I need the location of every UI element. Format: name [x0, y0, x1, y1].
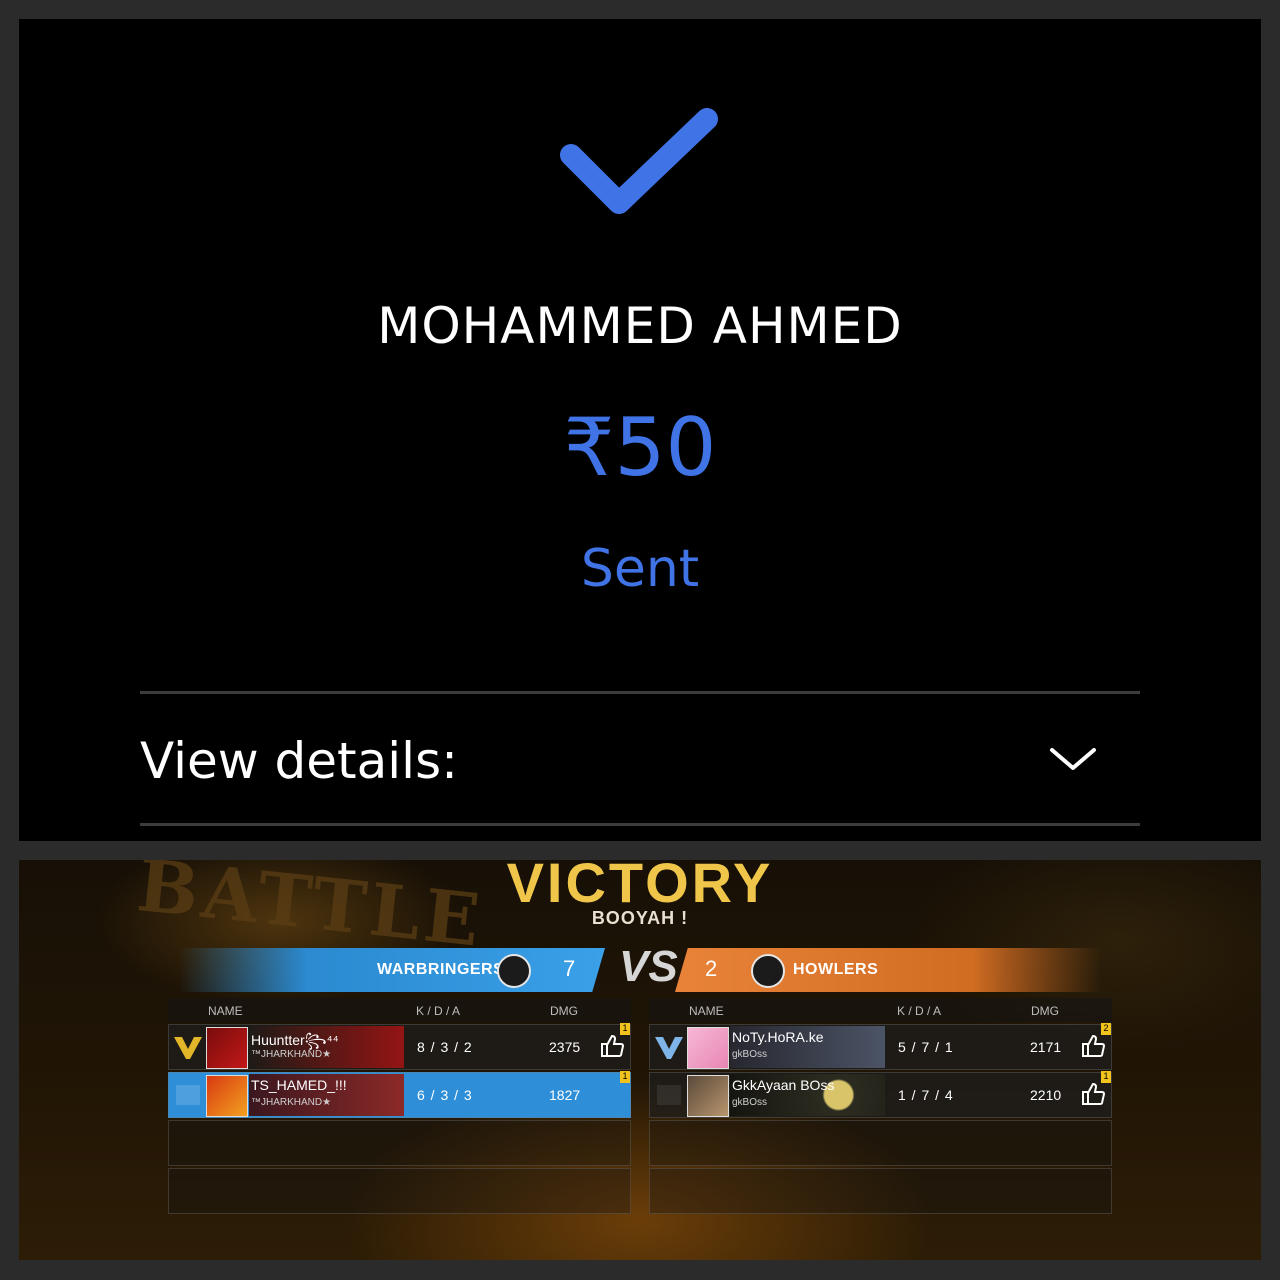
- player-damage: 2375: [549, 1039, 581, 1055]
- empty-slot: [649, 1168, 1112, 1214]
- thumbs-up-icon[interactable]: [599, 1033, 625, 1059]
- team-banner-howlers: 2 HOWLERS: [675, 948, 1101, 992]
- player-kda: 8 / 3 / 2: [417, 1039, 473, 1055]
- avatar: [206, 1075, 248, 1117]
- player-row[interactable]: GkkAyaan BOss gkBOss 1 / 7 / 4 2210 1: [649, 1071, 1112, 1118]
- team-banner-warbringers: WARBRINGERS 7: [179, 948, 605, 992]
- header-dmg: DMG: [550, 1004, 578, 1018]
- player-damage: 1827: [549, 1087, 581, 1103]
- right-team-scoreboard: NAME K / D / A DMG NoTy.HoRA.ke gkBOss 5…: [649, 998, 1112, 1214]
- table-header: NAME K / D / A DMG: [649, 998, 1112, 1022]
- match-result-screen: BATTLE VICTORY BOOYAH ! WARBRINGERS 7 VS…: [19, 860, 1261, 1260]
- rank-insignia-icon: [176, 1085, 200, 1105]
- header-dmg: DMG: [1031, 1004, 1059, 1018]
- player-kda: 5 / 7 / 1: [898, 1039, 954, 1055]
- mvp-badge: 1: [620, 1071, 630, 1083]
- player-row[interactable]: Huuntter꧂⁴⁴ ™JHARKHAND★ 8 / 3 / 2 2375 1: [168, 1023, 631, 1070]
- rank-insignia-icon: [655, 1037, 683, 1059]
- amount-value: 50: [614, 401, 717, 494]
- booyah-subtitle: BOOYAH !: [591, 908, 689, 928]
- mvp-badge: 2: [1101, 1023, 1111, 1035]
- wolf-logo-icon: [751, 954, 785, 988]
- player-name: TS_HAMED_!!!: [251, 1077, 347, 1093]
- player-damage: 2210: [1030, 1087, 1062, 1103]
- vs-label: VS: [619, 942, 678, 991]
- team-score: 2: [705, 956, 718, 981]
- avatar: [206, 1027, 248, 1069]
- victory-title: VICTORY: [506, 860, 774, 914]
- currency-symbol: ₹: [563, 401, 615, 494]
- player-guild: ™JHARKHAND★: [251, 1049, 332, 1060]
- mvp-badge: 1: [1101, 1071, 1111, 1083]
- view-details-toggle[interactable]: View details:: [140, 694, 1140, 822]
- empty-slot: [649, 1120, 1112, 1166]
- team-name: HOWLERS: [793, 961, 879, 978]
- header-kda: K / D / A: [416, 1004, 461, 1018]
- player-name: GkkAyaan BOss: [732, 1077, 835, 1093]
- thumbs-up-icon[interactable]: [1080, 1081, 1106, 1107]
- rank-insignia-icon: [174, 1037, 202, 1059]
- player-guild: ™JHARKHAND★: [251, 1097, 332, 1108]
- eagle-logo-icon: [497, 954, 531, 988]
- avatar: [687, 1027, 729, 1069]
- empty-slot: [168, 1168, 631, 1214]
- thumbs-up-icon[interactable]: [1080, 1033, 1106, 1059]
- player-row[interactable]: TS_HAMED_!!! ™JHARKHAND★ 6 / 3 / 3 1827 …: [168, 1071, 631, 1118]
- header-name: NAME: [208, 1004, 243, 1018]
- chevron-down-icon[interactable]: [1048, 744, 1098, 774]
- avatar: [687, 1075, 729, 1117]
- payment-confirmation-panel: MOHAMMED AHMED ₹50 Sent View details:: [19, 19, 1261, 841]
- table-header: NAME K / D / A DMG: [168, 998, 631, 1022]
- payment-amount: ₹50: [19, 401, 1261, 494]
- team-name: WARBRINGERS: [377, 961, 505, 978]
- payment-status: Sent: [580, 539, 700, 599]
- player-damage: 2171: [1030, 1039, 1062, 1055]
- view-details-label: View details:: [140, 732, 458, 790]
- player-row[interactable]: NoTy.HoRA.ke gkBOss 5 / 7 / 1 2171 2: [649, 1023, 1112, 1070]
- header-name: NAME: [689, 1004, 724, 1018]
- player-kda: 6 / 3 / 3: [417, 1087, 473, 1103]
- left-team-scoreboard: NAME K / D / A DMG Huuntter꧂⁴⁴ ™JHARKHAN…: [168, 998, 631, 1214]
- payee-name: MOHAMMED AHMED: [377, 297, 903, 355]
- team-score: 7: [563, 956, 576, 981]
- player-guild: gkBOss: [732, 1049, 768, 1060]
- empty-slot: [168, 1120, 631, 1166]
- player-guild: gkBOss: [732, 1097, 768, 1108]
- checkmark-icon: [560, 108, 718, 214]
- mvp-badge: 1: [620, 1023, 630, 1035]
- player-kda: 1 / 7 / 4: [898, 1087, 954, 1103]
- player-name: NoTy.HoRA.ke: [732, 1029, 824, 1045]
- rank-insignia-icon: [657, 1085, 681, 1105]
- divider: [140, 823, 1140, 826]
- header-kda: K / D / A: [897, 1004, 942, 1018]
